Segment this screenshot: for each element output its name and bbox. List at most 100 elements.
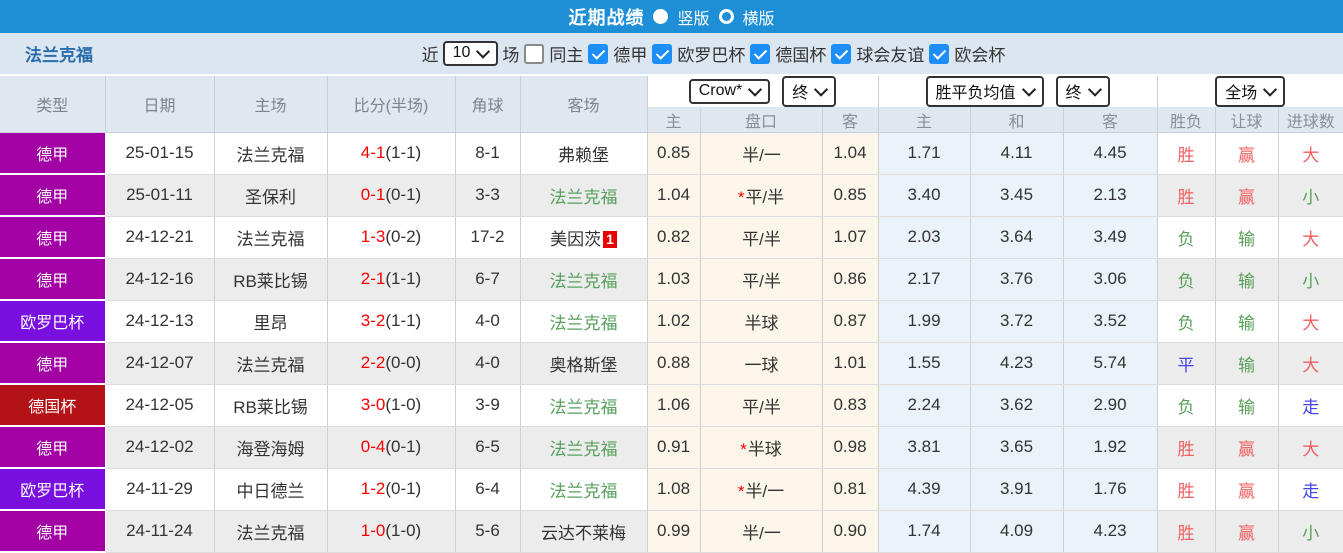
league-badge: 德甲 — [0, 510, 106, 553]
mean-odds-home: 1.99 — [878, 300, 971, 343]
mean-odds-home: 1.74 — [878, 510, 971, 553]
match-date: 25-01-11 — [105, 174, 215, 217]
league-label-dfb-pokal: 德国杯 — [775, 46, 827, 65]
match-date: 24-12-13 — [105, 300, 215, 343]
check-icon — [932, 45, 947, 60]
league-badge: 德甲 — [0, 174, 106, 217]
handicap-line: 平/半 — [742, 229, 781, 249]
away-team-cell: 美因茨 1 — [520, 216, 648, 259]
horizontal-layout-radio[interactable] — [718, 9, 734, 24]
recent-results-table: 类型 日期 主场 比分(半场) 角球 客场 Crow* 终 胜平负均值 终 全场… — [0, 76, 1343, 553]
live-star-mark: * — [737, 187, 745, 207]
check-icon — [655, 45, 670, 60]
league-checkbox-europa[interactable] — [652, 43, 673, 64]
match-date: 24-11-29 — [105, 468, 215, 511]
match-date: 24-12-07 — [105, 342, 215, 385]
recent-count-value: 10 — [452, 44, 471, 61]
team-name: 法兰克福 — [25, 46, 93, 65]
league-checkbox-dfb-pokal[interactable] — [750, 43, 771, 64]
half-time-score: (1-1) — [385, 143, 422, 163]
handicap-line: 平/半 — [745, 187, 785, 207]
score-cell: 0-4(0-1) — [327, 426, 456, 469]
match-row: 德国杯 24-12-05 RB莱比锡 3-0(1-0) 3-9 法兰克福 1.0… — [0, 384, 1343, 427]
mean-odds-draw: 3.76 — [970, 258, 1064, 301]
score-cell: 0-1(0-1) — [327, 174, 456, 217]
handicap-line: 半/一 — [742, 145, 781, 165]
handicap-odds-away: 1.07 — [822, 216, 879, 259]
mean-odds-value: 胜平负均值 — [935, 85, 1016, 102]
result-handicap: 输 — [1215, 258, 1279, 301]
handicap-odds-away: 0.81 — [822, 468, 879, 511]
vertical-layout-radio[interactable] — [653, 9, 669, 24]
subcol-mean-away: 客 — [1063, 107, 1158, 133]
red-card-badge: 1 — [603, 230, 617, 248]
col-header-score: 比分(半场) — [327, 76, 456, 133]
col-header-type: 类型 — [0, 76, 106, 133]
handicap-dropdown-cell: Crow* 终 — [647, 76, 879, 107]
mean-odds-draw: 4.11 — [970, 132, 1064, 175]
home-team: 里昂 — [214, 300, 328, 343]
full-time-score: 1-3 — [360, 227, 386, 246]
subcol-handicap-away: 客 — [822, 107, 879, 133]
away-team-cell: 奥格斯堡 — [520, 342, 648, 385]
handicap-final-value: 终 — [792, 85, 809, 102]
bookmaker-select[interactable]: Crow* — [688, 79, 771, 104]
handicap-final-select[interactable]: 终 — [782, 76, 837, 107]
home-team: 法兰克福 — [214, 510, 328, 553]
corner-score: 4-0 — [455, 300, 521, 343]
half-time-score: (0-1) — [385, 479, 422, 498]
half-time-score: (1-1) — [385, 311, 422, 330]
result-goals: 大 — [1278, 426, 1343, 469]
handicap-odds-away: 0.87 — [822, 300, 879, 343]
mean-odds-draw: 4.09 — [970, 510, 1064, 553]
handicap-odds-home: 1.06 — [647, 384, 701, 427]
full-time-score: 1-2 — [360, 479, 386, 498]
mean-dropdown-cell: 胜平负均值 终 — [878, 76, 1158, 107]
vertical-layout-label[interactable]: 竖版 — [677, 5, 709, 29]
league-checkbox-conference[interactable] — [929, 43, 950, 64]
full-time-score: 3-0 — [360, 395, 386, 414]
handicap-line: 半/一 — [742, 523, 781, 543]
home-team: 中日德兰 — [214, 468, 328, 511]
corner-score: 6-4 — [455, 468, 521, 511]
subcol-result-wdl: 胜负 — [1157, 107, 1216, 133]
league-checkbox-friendly[interactable] — [831, 43, 852, 64]
result-goals: 大 — [1278, 132, 1343, 175]
same-home-label: 同主 — [549, 46, 584, 65]
mean-odds-select[interactable]: 胜平负均值 — [925, 76, 1044, 107]
score-cell: 1-2(0-1) — [327, 468, 456, 511]
league-badge: 德甲 — [0, 216, 106, 259]
subcol-result-goals: 进球数 — [1278, 107, 1343, 133]
mean-final-value: 终 — [1065, 85, 1082, 102]
games-label: 场 — [502, 46, 520, 65]
away-team-cell: 弗赖堡 — [520, 132, 648, 175]
away-team-cell: 法兰克福 — [520, 384, 648, 427]
handicap-line-cell: *半球 — [700, 426, 823, 469]
result-handicap: 赢 — [1215, 174, 1279, 217]
handicap-line-cell: 半/一 — [700, 132, 823, 175]
away-team: 法兰克福 — [549, 187, 618, 207]
mean-odds-away: 5.74 — [1063, 342, 1158, 385]
away-team: 法兰克福 — [549, 271, 618, 291]
same-home-checkbox[interactable] — [524, 43, 545, 64]
result-handicap: 输 — [1215, 300, 1279, 343]
recent-count-select[interactable]: 10 — [442, 41, 499, 66]
mean-odds-draw: 3.65 — [970, 426, 1064, 469]
scope-select[interactable]: 全场 — [1215, 76, 1286, 107]
horizontal-layout-label[interactable]: 横版 — [743, 5, 775, 29]
result-goals: 小 — [1278, 258, 1343, 301]
home-team: RB莱比锡 — [214, 258, 328, 301]
live-star-mark: * — [737, 481, 745, 501]
league-checkbox-bundesliga[interactable] — [588, 43, 609, 64]
handicap-odds-home: 0.88 — [647, 342, 701, 385]
league-label-friendly: 球会友谊 — [856, 46, 925, 65]
score-cell: 1-3(0-2) — [327, 216, 456, 259]
mean-final-select[interactable]: 终 — [1055, 76, 1110, 107]
mean-odds-draw: 3.72 — [970, 300, 1064, 343]
corner-score: 6-5 — [455, 426, 521, 469]
away-team: 法兰克福 — [549, 481, 618, 501]
handicap-line-cell: *半/一 — [700, 468, 823, 511]
handicap-line: 半球 — [747, 439, 782, 459]
full-time-score: 2-1 — [360, 269, 386, 288]
col-header-away: 客场 — [520, 76, 648, 133]
